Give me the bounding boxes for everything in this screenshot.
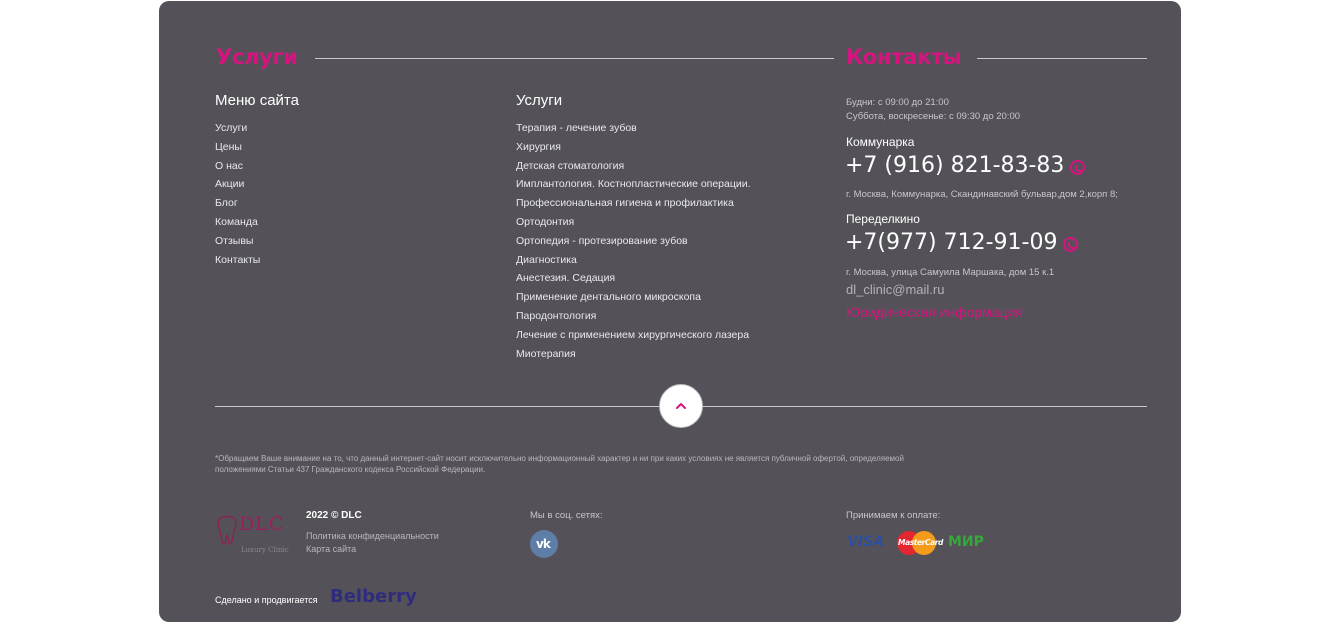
site-menu-list: Услуги Цены О нас Акции Блог Команда Отз… [215,119,260,269]
mir-icon: МИР [948,534,984,550]
contacts-title-divider [977,58,1147,59]
legal-info-link[interactable]: Юридическая информация [846,304,1023,320]
menu-link-services[interactable]: Услуги [215,119,260,138]
logo-text: DLC [239,513,285,535]
services-section-title: Услуги [216,45,298,69]
logo-subtext: Luxury Clinic [241,546,289,554]
menu-link-reviews[interactable]: Отзывы [215,232,260,251]
email-link[interactable]: dl_clinic@mail.ru [846,282,944,297]
branch1-address: г. Москва, Коммунарка, Скандинавский бул… [846,189,1118,200]
belberry-logo[interactable]: Belberry [330,586,417,607]
social-label: Мы в соц. сетях: [530,510,603,521]
service-link[interactable]: Лечение с применением хирургического лаз… [516,326,751,345]
dlc-logo[interactable]: DLC Luxury Clinic [216,511,294,555]
service-link[interactable]: Профессиональная гигиена и профилактика [516,194,751,213]
visa-icon: VISA [847,534,884,550]
privacy-policy-link[interactable]: Политика конфиденциальности [306,531,439,541]
services-title-divider [315,58,834,59]
service-link[interactable]: Терапия - лечение зубов [516,119,751,138]
service-link[interactable]: Ортопедия - протезирование зубов [516,232,751,251]
service-link[interactable]: Диагностика [516,251,751,270]
service-link[interactable]: Применение дентального микроскопа [516,288,751,307]
service-link[interactable]: Имплантология. Костнопластические операц… [516,175,751,194]
service-link[interactable]: Анестезия. Седация [516,269,751,288]
whatsapp-icon[interactable] [1070,160,1086,176]
branch2-address: г. Москва, улица Самуила Маршака, дом 15… [846,267,1055,278]
menu-link-team[interactable]: Команда [215,213,260,232]
branch2-phone-row: +7(977) 712-91-09 [845,230,1079,255]
copyright: 2022 © DLC [306,510,362,521]
site-footer: Услуги Контакты Меню сайта Услуги Цены О… [159,1,1181,622]
menu-link-promotions[interactable]: Акции [215,175,260,194]
sitemap-link[interactable]: Карта сайта [306,544,356,554]
menu-link-contacts[interactable]: Контакты [215,251,260,270]
made-by-label: Сделано и продвигается [215,595,318,605]
mastercard-icon: MasterCard [897,530,943,556]
menu-link-blog[interactable]: Блог [215,194,260,213]
services-heading: Услуги [516,92,563,109]
branch1-name: Коммунарка [846,135,915,149]
service-link[interactable]: Детская стоматология [516,157,751,176]
branch1-phone[interactable]: +7 (916) 821-83-83 [845,153,1064,178]
tooth-icon [217,515,237,545]
hours-weekend: Суббота, воскресенье: с 09:30 до 20:00 [846,111,1021,122]
scroll-to-top-button[interactable] [659,384,703,428]
payment-label: Принимаем к оплате: [846,510,941,521]
branch2-name: Переделкино [846,212,920,226]
branch2-phone[interactable]: +7(977) 712-91-09 [845,230,1057,255]
legal-disclaimer: *Обращаем Ваше внимание на то, что данны… [215,453,1115,475]
disclaimer-line2: положениями Статьи 437 Гражданского коде… [215,465,486,474]
menu-link-prices[interactable]: Цены [215,138,260,157]
service-link[interactable]: Хирургия [516,138,751,157]
menu-heading: Меню сайта [215,92,299,109]
service-link[interactable]: Пародонтология [516,307,751,326]
services-list: Терапия - лечение зубов Хирургия Детская… [516,119,751,363]
disclaimer-line1: *Обращаем Ваше внимание на то, что данны… [215,454,904,463]
contacts-section-title: Контакты [846,45,962,69]
menu-link-about[interactable]: О нас [215,157,260,176]
hours-weekdays: Будни: с 09:00 до 21:00 [846,97,949,108]
vk-icon[interactable]: vk [530,530,558,558]
chevron-up-icon [676,403,686,409]
service-link[interactable]: Миотерапия [516,345,751,364]
branch1-phone-row: +7 (916) 821-83-83 [845,153,1086,178]
whatsapp-icon[interactable] [1063,237,1079,253]
service-link[interactable]: Ортодонтия [516,213,751,232]
